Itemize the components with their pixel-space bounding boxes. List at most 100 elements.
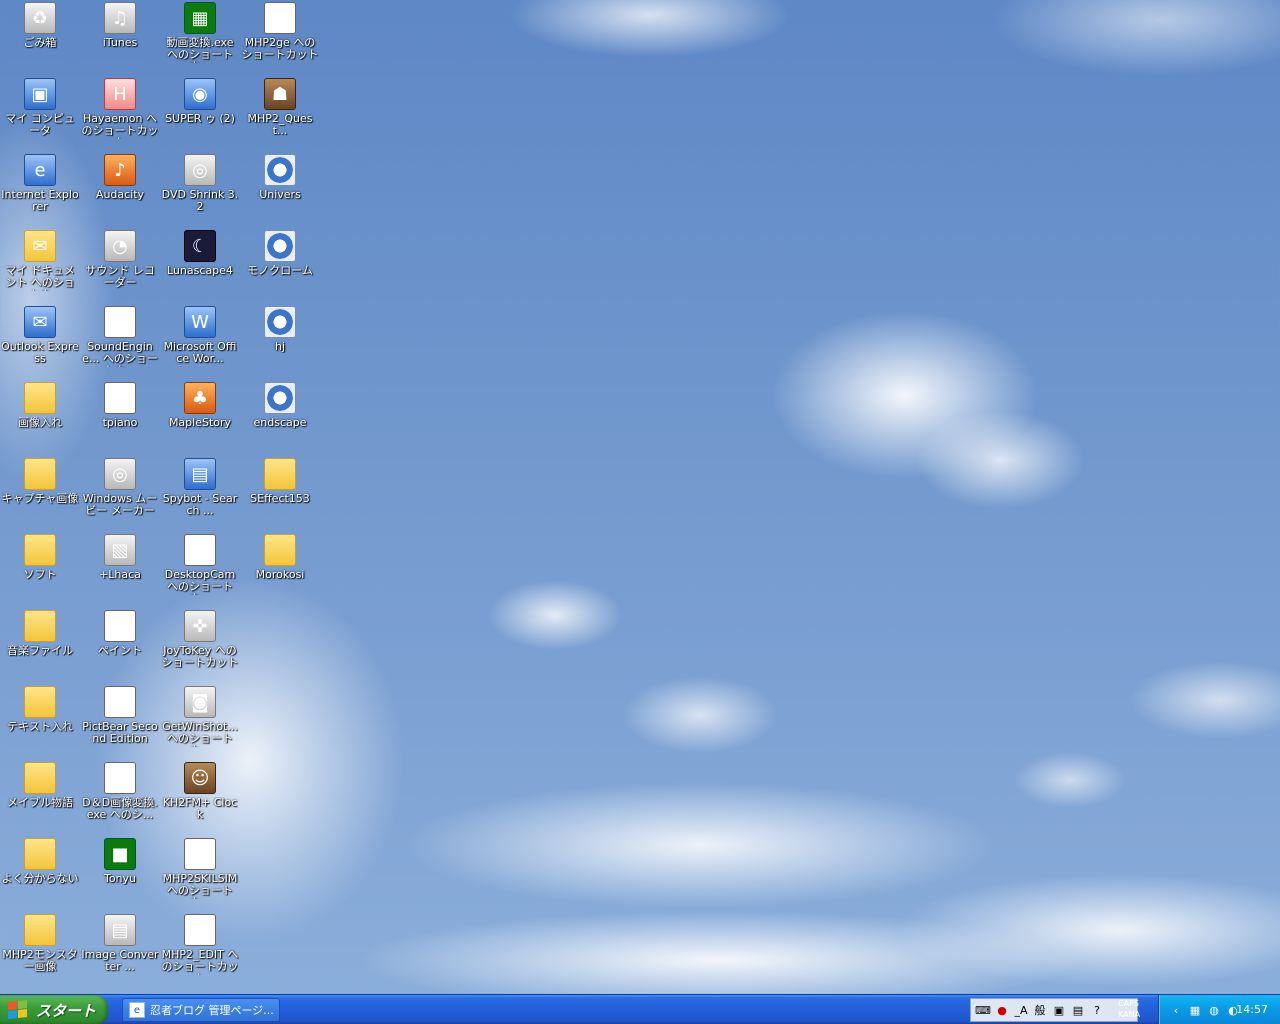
desktop-icon[interactable]: ⚑ MHP2_EDIT へ のショートカット — [161, 912, 239, 984]
soundengine-icon: ◍ — [104, 306, 136, 338]
desktop-icon[interactable]: ▤ Spybot - Search ... — [161, 456, 239, 528]
window-icon: ▭ — [264, 2, 296, 34]
desktop-icon[interactable]: e Internet Explorer — [1, 152, 79, 224]
desktop-icon[interactable]: hj — [241, 304, 319, 376]
desktop-icon[interactable]: ✐ PictBear Second Edition — [81, 684, 159, 756]
desktop-icon[interactable]: ● DesktopCam へのショートカ... — [161, 532, 239, 604]
desktop-icon[interactable]: MHP2モンスター画像 — [1, 912, 79, 984]
desktop-icon[interactable]: ✉ Outlook Express — [1, 304, 79, 376]
desktop-icon-label: DVD Shrink 3.2 — [161, 189, 239, 213]
desktop-icon[interactable]: よく分からない — [1, 836, 79, 908]
media-file-icon — [264, 306, 296, 338]
security-icon[interactable]: ◍ — [1206, 1002, 1222, 1018]
desktop-icon[interactable]: ▣ マイ コンピュータ — [1, 76, 79, 148]
desktop-icon[interactable]: ソフト — [1, 532, 79, 604]
desktop-icon[interactable]: ♪ Audacity — [81, 152, 159, 224]
desktop-icon[interactable]: ✉ マイ ドキュメント へのショートカ... — [1, 228, 79, 300]
folder-icon — [264, 534, 296, 566]
desktop-icon-label: MHP2モンスター画像 — [2, 949, 78, 973]
lunascape-icon: ☾ — [184, 230, 216, 262]
desktop-icon[interactable]: endscape — [241, 380, 319, 452]
desktop-icon-label: ソフト — [23, 569, 57, 581]
desktop-icon[interactable]: H Hayaemon へのショートカット — [81, 76, 159, 148]
desktop-icon[interactable]: m MHP2SKILSIM へのショートカ... — [161, 836, 239, 908]
desktop-icon[interactable]: テキスト入れ — [1, 684, 79, 756]
desktop-icon[interactable]: W Microsoft Office Wor... — [161, 304, 239, 376]
desktop-icon-label: Lunascape4 — [167, 265, 233, 277]
desktop-icon-label: hj — [274, 341, 286, 353]
desktop-icon[interactable]: ♫ iTunes — [81, 0, 159, 72]
kana-indicator: KANA — [1118, 1010, 1141, 1019]
paint-icon: ✎ — [104, 610, 136, 642]
desktop-icon[interactable]: ☾ Lunascape4 — [161, 228, 239, 300]
desktop-icon[interactable]: ♻ ごみ箱 — [1, 0, 79, 72]
desktop-icon[interactable]: 画像入れ — [1, 380, 79, 452]
desktop-icon[interactable]: ▥ tpiano — [81, 380, 159, 452]
desktop-icon[interactable]: キャプチャ画像 — [1, 456, 79, 528]
desktop-icon[interactable]: ☺ KH2FM+ Clock — [161, 760, 239, 832]
ime-kanji-mode[interactable]: 般 — [1032, 1001, 1048, 1019]
desktop-icon[interactable]: ◉ SUPER ゥ (2) — [161, 76, 239, 148]
clock[interactable]: 14:57 — [1236, 1003, 1268, 1016]
desktop-icon[interactable]: ◔ サウンド レコーダー — [81, 228, 159, 300]
caps-indicator: CAPS — [1118, 999, 1139, 1008]
desktop-icon[interactable]: ✜ JoyToKey への ショートカット — [161, 608, 239, 680]
desktop-icon-label: Tonyu — [103, 873, 137, 885]
internet-explorer-icon: e — [24, 154, 56, 186]
network-icon[interactable]: ▦ — [1187, 1002, 1203, 1018]
folder-icon — [24, 838, 56, 870]
keyboard-icon[interactable]: ⌨ — [975, 1001, 991, 1019]
desktop-icon[interactable]: ◙ GetWinShot... へのショートカ... — [161, 684, 239, 756]
start-button[interactable]: スタート — [0, 995, 108, 1024]
desktop-icon-label: PictBear Second Edition — [82, 721, 158, 745]
itunes-icon: ♫ — [104, 2, 136, 34]
folder-icon — [24, 686, 56, 718]
desktop-icon[interactable]: ◎ DVD Shrink 3.2 — [161, 152, 239, 224]
desktop-icon[interactable]: モノクローム — [241, 228, 319, 300]
desktop-icon[interactable]: SEffect153 — [241, 456, 319, 528]
task-button-browser[interactable]: e 忍者ブログ 管理ページ... — [122, 998, 280, 1022]
desktop-icon[interactable]: ▭ MHP2ge へのショートカット — [241, 0, 319, 72]
desktop-icon-label: +Lhaca — [99, 569, 141, 581]
desktop-icon[interactable]: ☗ MHP2_Quest... — [241, 76, 319, 148]
desktop-icon[interactable]: ▤ Image Converter ... — [81, 912, 159, 984]
desktop-icon[interactable]: 音楽ファイル — [1, 608, 79, 680]
desktop-icon[interactable]: ◎ Windows ムービー メーカー — [81, 456, 159, 528]
my-computer-icon: ▣ — [24, 78, 56, 110]
ime-language-bar[interactable]: ⌨ ● _A 般 ▣ ▤ ? — [970, 998, 1138, 1022]
desktop-icon-label: SEffect153 — [250, 493, 310, 505]
desktop-icon[interactable]: Morokosi — [241, 532, 319, 604]
desktop-icon-label: サウンド レコーダー — [85, 265, 155, 289]
media-file-icon — [264, 230, 296, 262]
ime-input-mode[interactable]: _A — [1013, 1001, 1029, 1019]
image-converter-icon: ▤ — [104, 914, 136, 946]
desktop-icon-label: Hayaemon へのショートカット — [81, 113, 159, 139]
desktop-icon-label: Morokosi — [255, 569, 305, 581]
dvd-shrink-icon: ◎ — [184, 154, 216, 186]
desktop-icon-label: 画像入れ — [18, 417, 62, 429]
spybot-icon: ▤ — [184, 458, 216, 490]
show-hidden-icons-icon[interactable]: ‹ — [1168, 1002, 1184, 1018]
desktop-icon[interactable]: ▦ 動画変換.exe へのショートカ... — [161, 0, 239, 72]
desktop-icon-label: MHP2SKILSIM へのショートカ... — [162, 873, 238, 899]
desktop-icon[interactable]: ✎ ペイント — [81, 608, 159, 680]
pictbear-icon: ✐ — [104, 686, 136, 718]
ime-help-icon[interactable]: ? — [1089, 1001, 1105, 1019]
desktop-icon[interactable]: Univers — [241, 152, 319, 224]
ime-pad-icon[interactable]: ▣ — [1051, 1001, 1067, 1019]
desktop-icon-label: Spybot - Search ... — [162, 493, 238, 517]
desktop-icon-label: キャプチャ画像 — [1, 493, 79, 505]
desktop-icon[interactable]: ■ Tonyu — [81, 836, 159, 908]
folder-icon — [24, 914, 56, 946]
ime-dictionary-icon[interactable]: ▤ — [1070, 1001, 1086, 1019]
desktop-icon[interactable]: メイプル物語 — [1, 760, 79, 832]
desktop-icon[interactable]: ♣ MapleStory — [161, 380, 239, 452]
desktop-icon[interactable]: ◍ SoundEngine... へのショートカ... — [81, 304, 159, 376]
media-file-icon — [264, 382, 296, 414]
ime-icon[interactable]: ● — [994, 1001, 1010, 1019]
desktop-icon-label: 動画変換.exe へのショートカ... — [166, 37, 234, 63]
desktop-icon-label: DesktopCam へのショートカ... — [164, 569, 236, 595]
desktop-icon[interactable]: D D＆D画像変換.exe へのシ... — [81, 760, 159, 832]
desktop-icon[interactable]: ▧ +Lhaca — [81, 532, 159, 604]
desktop-icon-label: Internet Explorer — [1, 189, 79, 213]
